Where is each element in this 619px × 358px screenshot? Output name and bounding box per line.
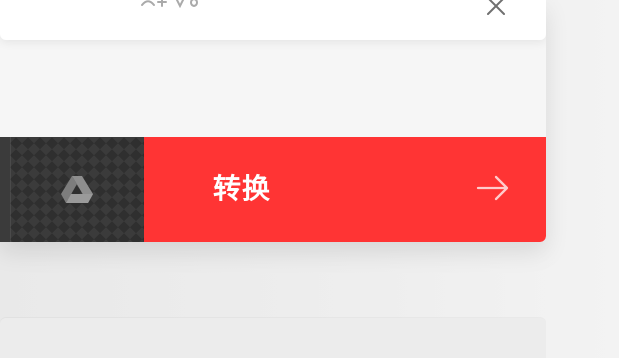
action-bar: 转换 — [0, 137, 546, 242]
cropped-text-glyphs — [141, 0, 198, 9]
arrow-right-icon — [474, 169, 512, 207]
conversion-card: 转换 — [0, 0, 546, 242]
google-drive-button[interactable] — [10, 137, 144, 242]
cropped-top-text — [140, 0, 210, 9]
top-panel — [0, 0, 546, 40]
close-icon — [487, 0, 505, 15]
convert-button-label: 转换 — [213, 172, 272, 205]
left-dark-strip — [0, 137, 10, 242]
google-drive-icon — [59, 172, 95, 208]
lower-panel — [0, 318, 546, 358]
convert-button[interactable]: 转换 — [144, 137, 546, 242]
close-button[interactable] — [478, 0, 514, 24]
